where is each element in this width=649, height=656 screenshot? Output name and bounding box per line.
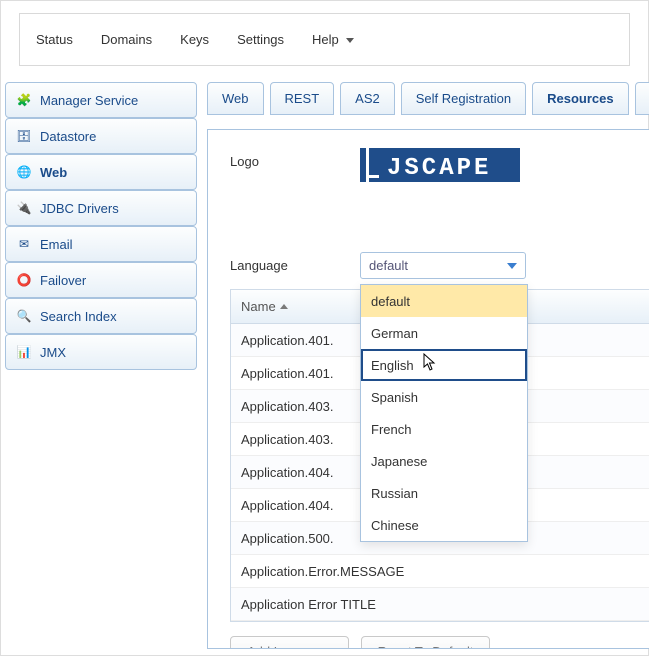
tab-self-registration[interactable]: Self Registration: [401, 82, 526, 115]
web-icon: 🌐: [16, 164, 32, 180]
dropdown-item-japanese[interactable]: Japanese: [361, 445, 527, 477]
jmx-icon: 📊: [16, 344, 32, 360]
svg-text:JSCAPE: JSCAPE: [387, 155, 491, 182]
dropdown-item-default[interactable]: default: [361, 285, 527, 317]
language-select[interactable]: default: [360, 252, 526, 279]
reset-default-button[interactable]: Reset To Default: [361, 636, 491, 649]
sidebar-item-jmx[interactable]: 📊 JMX: [5, 334, 197, 370]
sidebar-item-label: Search Index: [40, 309, 117, 324]
menu-domains[interactable]: Domains: [101, 32, 152, 47]
caret-down-icon: [346, 38, 354, 43]
sidebar-item-failover[interactable]: ⭕ Failover: [5, 262, 197, 298]
language-select-value: default: [369, 258, 408, 273]
menu-status[interactable]: Status: [36, 32, 73, 47]
search-index-icon: 🔍: [16, 308, 32, 324]
sidebar-item-label: Datastore: [40, 129, 96, 144]
table-header-label: Name: [241, 299, 276, 314]
dropdown-item-french[interactable]: French: [361, 413, 527, 445]
menu-help[interactable]: Help: [312, 32, 354, 47]
tab-resources[interactable]: Resources: [532, 82, 628, 115]
dropdown-item-russian[interactable]: Russian: [361, 477, 527, 509]
datastore-icon: 🗄: [16, 128, 32, 144]
sidebar-item-email[interactable]: ✉ Email: [5, 226, 197, 262]
tab-rest[interactable]: REST: [270, 82, 335, 115]
sidebar-item-manager-service[interactable]: 🧩 Manager Service: [5, 82, 197, 118]
jdbc-drivers-icon: 🔌: [16, 200, 32, 216]
tab-web[interactable]: Web: [635, 82, 649, 115]
sidebar-item-label: Manager Service: [40, 93, 138, 108]
language-dropdown: defaultGermanEnglishSpanishFrenchJapanes…: [360, 284, 528, 542]
menu-settings[interactable]: Settings: [237, 32, 284, 47]
sidebar: 🧩 Manager Service 🗄 Datastore 🌐 Web 🔌 JDBC Driv…: [1, 82, 201, 648]
manager-service-icon: 🧩: [16, 92, 32, 108]
sidebar-item-label: Email: [40, 237, 73, 252]
sidebar-item-label: JMX: [40, 345, 66, 360]
tab-as2[interactable]: AS2: [340, 82, 395, 115]
sidebar-item-label: Failover: [40, 273, 86, 288]
resources-panel: Logo JSCAPE Language default: [207, 129, 649, 649]
sidebar-item-datastore[interactable]: 🗄 Datastore: [5, 118, 197, 154]
table-row[interactable]: Application.Error.MESSAGE: [231, 555, 649, 588]
jscape-logo-icon: JSCAPE: [360, 148, 520, 182]
dropdown-item-german[interactable]: German: [361, 317, 527, 349]
sidebar-item-search-index[interactable]: 🔍 Search Index: [5, 298, 197, 334]
add-language-button[interactable]: Add Language: [230, 636, 349, 649]
email-icon: ✉: [16, 236, 32, 252]
sort-asc-icon: [280, 304, 288, 309]
table-row[interactable]: Application Error TITLE: [231, 588, 649, 621]
logo-image: JSCAPE: [360, 148, 525, 230]
sidebar-item-jdbc-drivers[interactable]: 🔌 JDBC Drivers: [5, 190, 197, 226]
chevron-down-icon: [507, 263, 517, 269]
top-menu-bar: Status Domains Keys Settings Help: [19, 13, 630, 66]
dropdown-item-chinese[interactable]: Chinese: [361, 509, 527, 541]
tab-web[interactable]: Web: [207, 82, 264, 115]
failover-icon: ⭕: [16, 272, 32, 288]
sidebar-item-web[interactable]: 🌐 Web: [5, 154, 197, 190]
content-area: WebRESTAS2Self RegistrationResourcesWeb …: [201, 82, 649, 648]
sidebar-item-label: Web: [40, 165, 67, 180]
dropdown-item-spanish[interactable]: Spanish: [361, 381, 527, 413]
menu-keys[interactable]: Keys: [180, 32, 209, 47]
sidebar-item-label: JDBC Drivers: [40, 201, 119, 216]
menu-help-label: Help: [312, 32, 339, 47]
tab-row: WebRESTAS2Self RegistrationResourcesWeb: [207, 82, 649, 115]
logo-label: Logo: [230, 148, 360, 169]
language-label: Language: [230, 258, 360, 273]
button-row: Add Language Reset To Default: [230, 636, 649, 649]
dropdown-item-english[interactable]: English: [361, 349, 527, 381]
